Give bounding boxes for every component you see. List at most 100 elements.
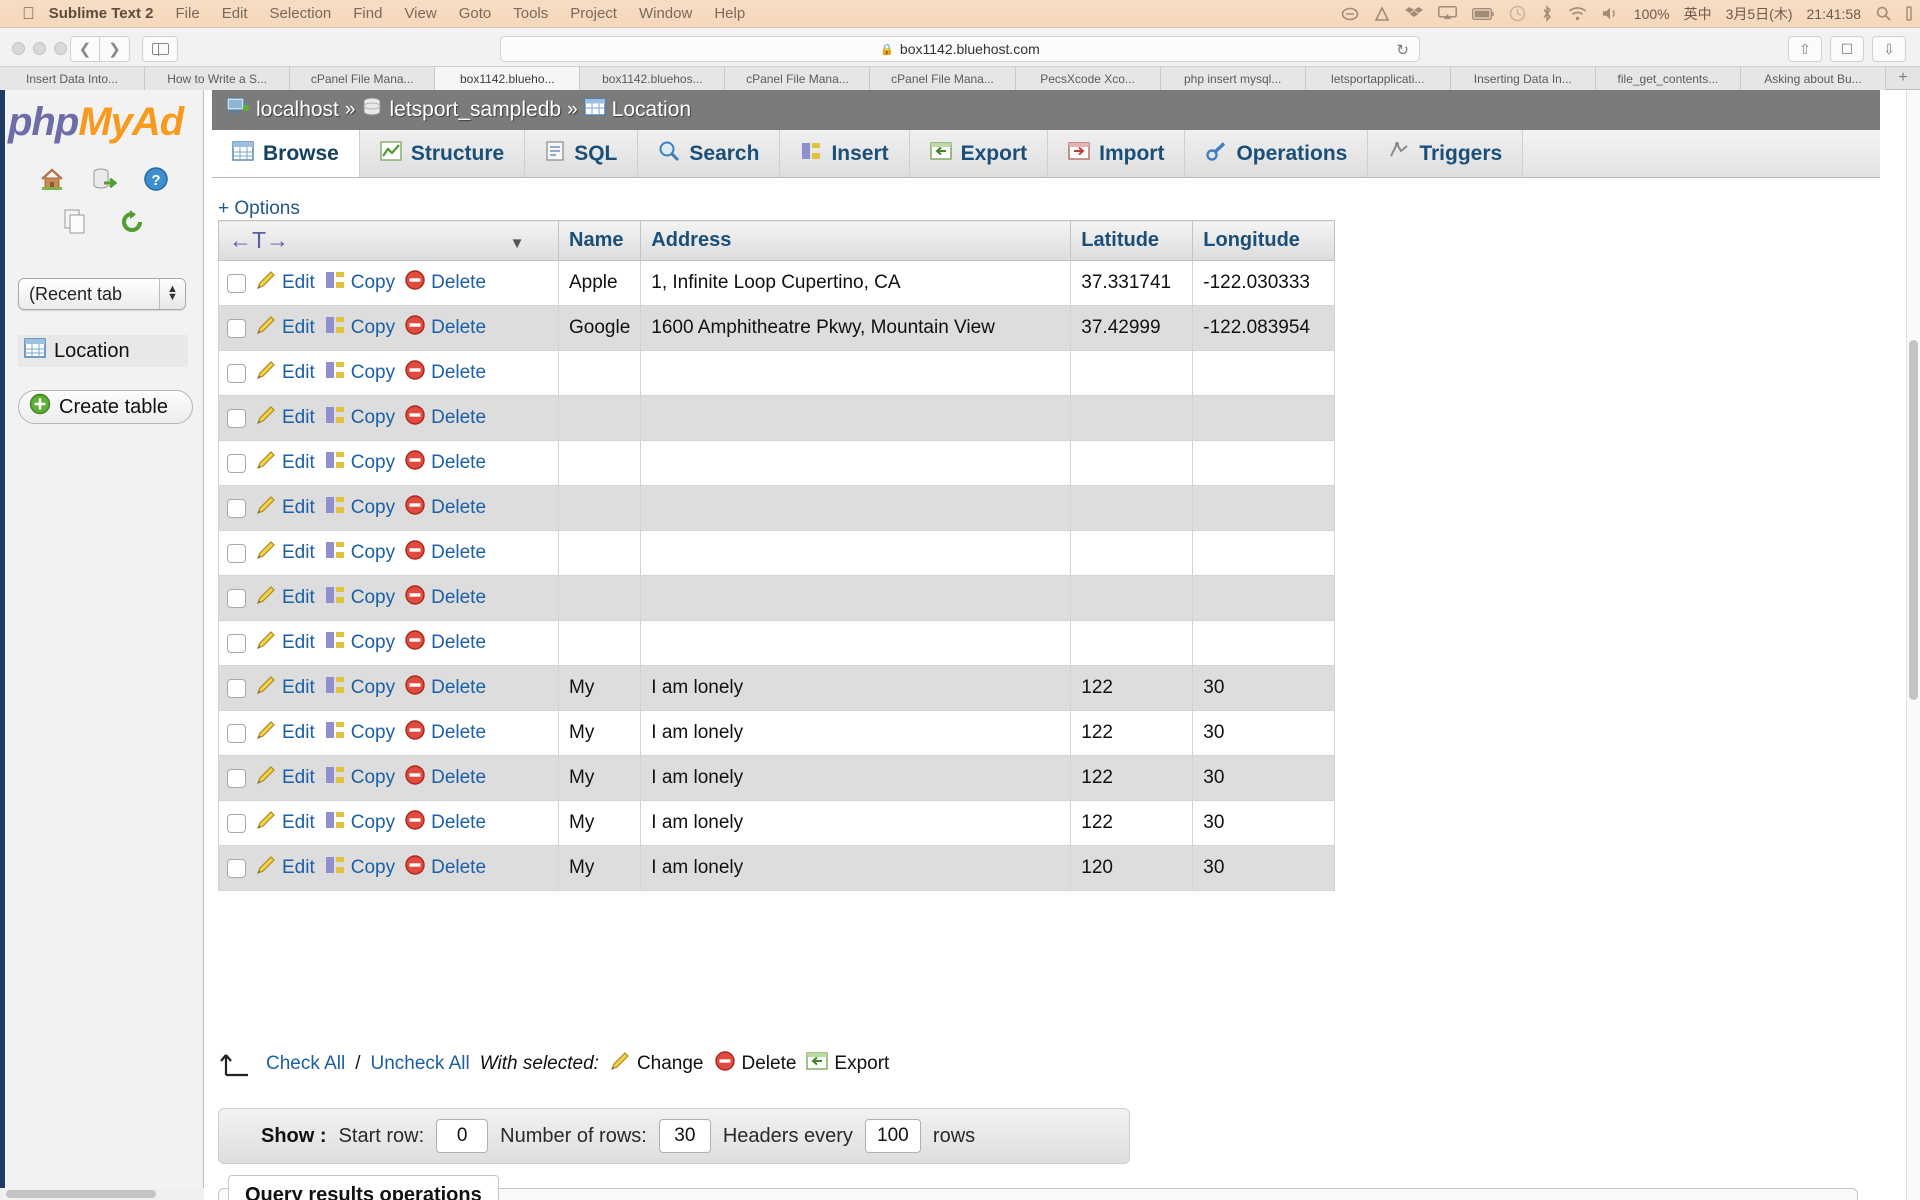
apple-icon[interactable]:  [22, 4, 35, 24]
uncheck-all-link[interactable]: Uncheck All [370, 1053, 469, 1075]
row-edit-link[interactable]: Edit [255, 764, 315, 792]
row-edit-link[interactable]: Edit [255, 539, 315, 567]
browser-tab[interactable]: Insert Data Into... [0, 67, 146, 91]
sidebar-toggle-button[interactable] [142, 36, 178, 62]
browser-tab[interactable]: Inserting Data In... [1450, 67, 1596, 91]
results-header-address[interactable]: Address [640, 220, 1072, 261]
row-copy-link[interactable]: Copy [324, 404, 395, 432]
row-edit-link[interactable]: Edit [255, 314, 315, 342]
menu-item-file[interactable]: File [176, 5, 200, 22]
menu-item-find[interactable]: Find [353, 5, 382, 22]
row-delete-link[interactable]: Delete [404, 674, 486, 702]
row-edit-link[interactable]: Edit [255, 809, 315, 837]
results-header-name[interactable]: Name [557, 220, 642, 261]
tab-sql[interactable]: SQL [525, 130, 639, 177]
options-toggle-link[interactable]: + Options [218, 198, 300, 220]
menu-app-name[interactable]: Sublime Text 2 [49, 5, 154, 22]
table-list-item-location[interactable]: Location [18, 335, 188, 367]
browser-tab[interactable]: php insert mysql... [1160, 67, 1306, 91]
row-checkbox[interactable] [227, 318, 246, 338]
creative-cloud-icon[interactable] [1341, 5, 1359, 23]
scrollbar-thumb[interactable] [6, 1190, 156, 1198]
row-edit-link[interactable]: Edit [255, 269, 315, 297]
reload-icon[interactable]: ↻ [1396, 41, 1409, 59]
row-copy-link[interactable]: Copy [324, 854, 395, 882]
row-edit-link[interactable]: Edit [255, 359, 315, 387]
row-delete-link[interactable]: Delete [404, 719, 486, 747]
tab-export[interactable]: Export [909, 130, 1049, 177]
row-checkbox[interactable] [227, 363, 246, 383]
row-copy-link[interactable]: Copy [324, 674, 395, 702]
tab-import[interactable]: Import [1048, 130, 1186, 177]
row-copy-link[interactable]: Copy [324, 719, 395, 747]
wifi-icon[interactable] [1568, 6, 1587, 21]
row-delete-link[interactable]: Delete [404, 494, 486, 522]
recent-tables-select[interactable]: (Recent tab ▲ ▼ [18, 278, 186, 310]
row-delete-link[interactable]: Delete [404, 764, 486, 792]
browser-tab[interactable]: Asking about Bu... [1740, 67, 1887, 91]
dropbox-icon[interactable] [1404, 6, 1423, 22]
menu-item-help[interactable]: Help [714, 5, 745, 22]
menu-item-view[interactable]: View [404, 5, 436, 22]
new-tab-button[interactable]: + [1886, 67, 1920, 89]
notification-center-icon[interactable] [1906, 6, 1912, 21]
breadcrumb-server[interactable]: localhost [256, 98, 339, 122]
breadcrumb-database[interactable]: letsport_sampledb [389, 98, 561, 122]
share-icon[interactable]: ⇧ [1788, 36, 1822, 62]
row-edit-link[interactable]: Edit [255, 674, 315, 702]
browser-tab[interactable]: PecsXcode Xco... [1015, 67, 1161, 91]
row-copy-link[interactable]: Copy [324, 629, 395, 657]
bluetooth-icon[interactable] [1541, 5, 1553, 22]
adobe-icon[interactable] [1374, 5, 1390, 22]
row-checkbox[interactable] [227, 723, 246, 743]
row-checkbox[interactable] [227, 768, 246, 788]
row-checkbox[interactable] [227, 678, 246, 698]
logout-icon[interactable] [90, 165, 118, 193]
menu-item-selection[interactable]: Selection [270, 5, 332, 22]
number-of-rows-input[interactable] [658, 1119, 711, 1153]
documentation-icon[interactable] [62, 208, 90, 236]
row-copy-link[interactable]: Copy [324, 359, 395, 387]
tab-insert[interactable]: Insert [780, 130, 910, 177]
row-delete-link[interactable]: Delete [404, 269, 486, 297]
browser-tab[interactable]: cPanel File Mana... [870, 67, 1016, 91]
row-checkbox[interactable] [227, 588, 246, 608]
back-button[interactable]: ❮ [70, 36, 100, 62]
row-delete-link[interactable]: Delete [404, 854, 486, 882]
menu-item-project[interactable]: Project [570, 5, 617, 22]
browser-tab[interactable]: cPanel File Mana... [290, 67, 436, 91]
chevron-down-icon[interactable]: ▼ [510, 235, 525, 252]
forward-button[interactable]: ❯ [100, 36, 130, 62]
row-edit-link[interactable]: Edit [255, 584, 315, 612]
tab-structure[interactable]: Structure [359, 130, 526, 177]
tabs-overview-icon[interactable]: ☐ [1830, 36, 1864, 62]
row-delete-link[interactable]: Delete [404, 359, 486, 387]
breadcrumb-table[interactable]: Location [612, 98, 691, 122]
tab-triggers[interactable]: Triggers [1368, 130, 1524, 177]
tab-operations[interactable]: Operations [1185, 130, 1369, 177]
row-delete-link[interactable]: Delete [404, 809, 486, 837]
table-navigation-icon[interactable]: ←T→ [229, 227, 289, 254]
input-source-label[interactable]: 英中 [1684, 4, 1712, 24]
row-copy-link[interactable]: Copy [324, 269, 395, 297]
check-all-link[interactable]: Check All [266, 1053, 345, 1075]
row-delete-link[interactable]: Delete [404, 629, 486, 657]
close-window-button[interactable] [12, 42, 25, 55]
menu-item-goto[interactable]: Goto [459, 5, 492, 22]
row-edit-link[interactable]: Edit [255, 719, 315, 747]
row-copy-link[interactable]: Copy [324, 314, 395, 342]
browser-tab[interactable]: letsportapplicati... [1305, 67, 1451, 91]
zoom-window-button[interactable] [54, 42, 67, 55]
row-checkbox[interactable] [227, 453, 246, 473]
page-vertical-scrollbar[interactable] [1906, 90, 1920, 1200]
browser-tab[interactable]: box1142.bluehos... [580, 67, 726, 91]
menu-item-tools[interactable]: Tools [513, 5, 548, 22]
row-edit-link[interactable]: Edit [255, 494, 315, 522]
row-copy-link[interactable]: Copy [324, 764, 395, 792]
row-checkbox[interactable] [227, 273, 246, 293]
address-bar[interactable]: 🔒 box1142.bluehost.com ↻ [500, 36, 1420, 62]
browser-tab[interactable]: file_get_contents... [1595, 67, 1741, 91]
row-delete-link[interactable]: Delete [404, 539, 486, 567]
battery-icon[interactable] [1471, 7, 1494, 20]
results-header-longitude[interactable]: Longitude [1192, 220, 1336, 261]
